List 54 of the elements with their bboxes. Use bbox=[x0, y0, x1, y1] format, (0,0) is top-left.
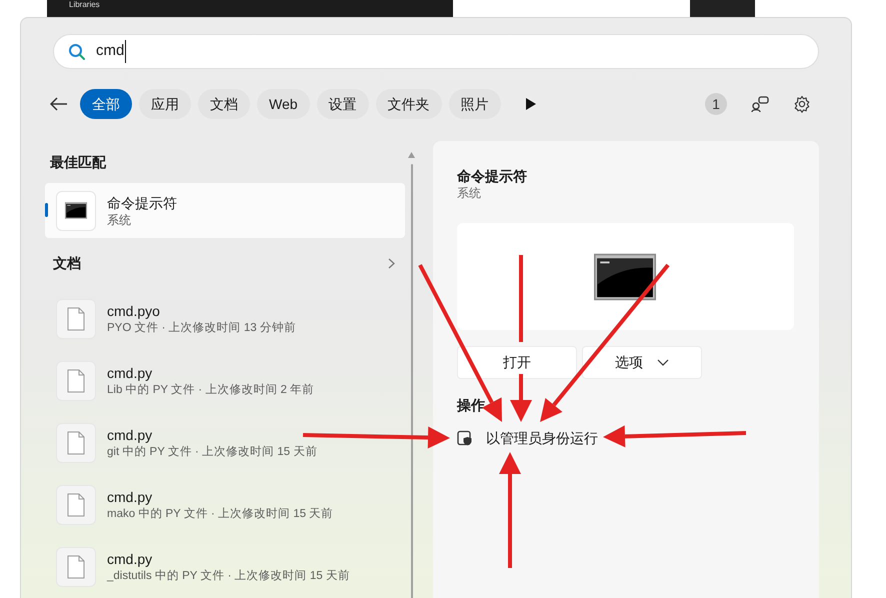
run-as-admin-action[interactable]: 以管理员身份运行 bbox=[456, 426, 617, 450]
filter-tab[interactable]: 文件夹 bbox=[376, 89, 442, 119]
selection-indicator bbox=[45, 203, 48, 217]
filter-tab[interactable]: Web bbox=[257, 89, 310, 119]
section-heading: 最佳匹配 bbox=[49, 153, 108, 172]
app-title: 命令提示符 bbox=[107, 194, 177, 212]
people-icon[interactable] bbox=[751, 95, 769, 113]
app-subtitle: 系统 bbox=[107, 212, 132, 228]
terminal-icon bbox=[65, 202, 87, 219]
file-icon bbox=[67, 493, 85, 517]
filter-tab[interactable]: 文档 bbox=[198, 89, 250, 119]
document-name: cmd.pyo bbox=[107, 302, 161, 320]
document-detail: _distutils 中的 PY 文件 · 上次修改时间 15 天前 bbox=[107, 568, 350, 584]
chevron-right-icon[interactable] bbox=[388, 258, 395, 268]
document-detail: Lib 中的 PY 文件 · 上次修改时间 2 年前 bbox=[107, 382, 314, 398]
options-dropdown-button[interactable]: 选项 bbox=[582, 346, 702, 379]
document-detail: PYO 文件 · 上次修改时间 13 分钟前 bbox=[107, 320, 296, 336]
preview-title: 命令提示符 bbox=[456, 167, 528, 185]
chevron-down-icon bbox=[656, 359, 669, 366]
sidebar-item: Libraries bbox=[69, 0, 100, 11]
document-item[interactable]: cmd.py Lib 中的 PY 文件 · 上次修改时间 2 年前 bbox=[45, 350, 405, 412]
shield-window-icon bbox=[456, 430, 473, 446]
document-item[interactable]: cmd.py _distutils 中的 PY 文件 · 上次修改时间 15 天前 bbox=[45, 536, 405, 598]
preview-subtitle: 系统 bbox=[456, 185, 482, 201]
document-detail: git 中的 PY 文件 · 上次修改时间 15 天前 bbox=[107, 444, 318, 460]
file-icon bbox=[67, 307, 85, 331]
document-name: cmd.py bbox=[107, 488, 154, 506]
back-arrow-icon[interactable] bbox=[50, 97, 68, 111]
points-badge[interactable]: 1 bbox=[705, 93, 727, 115]
search-field[interactable]: cmd bbox=[53, 34, 819, 69]
search-text: cmd bbox=[96, 40, 126, 63]
play-icon[interactable] bbox=[526, 98, 536, 110]
document-detail: mako 中的 PY 文件 · 上次修改时间 15 天前 bbox=[107, 506, 334, 522]
filter-tab[interactable]: 全部 bbox=[80, 89, 132, 119]
file-icon bbox=[67, 369, 85, 393]
search-icon bbox=[68, 42, 86, 60]
filter-tab[interactable]: 设置 bbox=[316, 89, 369, 119]
terminal-icon bbox=[594, 252, 656, 302]
actions-heading: 操作 bbox=[456, 396, 486, 415]
settings-icon[interactable] bbox=[793, 95, 811, 113]
document-item[interactable]: cmd.pyo PYO 文件 · 上次修改时间 13 分钟前 bbox=[45, 288, 405, 350]
document-name: cmd.py bbox=[107, 426, 154, 444]
file-icon bbox=[67, 431, 85, 455]
open-button[interactable]: 打开 bbox=[456, 346, 577, 379]
scrollbar-thumb[interactable] bbox=[410, 164, 413, 598]
section-heading: 文档 bbox=[53, 254, 81, 272]
document-name: cmd.py bbox=[107, 364, 154, 382]
document-item[interactable]: cmd.py mako 中的 PY 文件 · 上次修改时间 15 天前 bbox=[45, 474, 405, 536]
filter-tab[interactable]: 应用 bbox=[139, 89, 191, 119]
filter-tab[interactable]: 照片 bbox=[448, 89, 501, 119]
best-match-item[interactable]: 命令提示符 系统 bbox=[45, 183, 405, 238]
document-item[interactable]: cmd.py git 中的 PY 文件 · 上次修改时间 15 天前 bbox=[45, 412, 405, 474]
document-name: cmd.py bbox=[107, 550, 154, 568]
file-icon bbox=[67, 555, 85, 579]
